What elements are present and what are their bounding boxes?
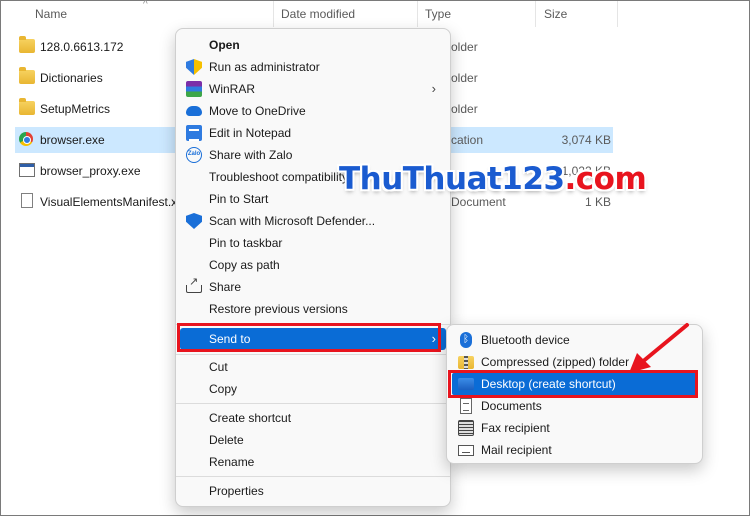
file-name: Dictionaries	[40, 71, 103, 85]
onedrive-cloud-icon	[186, 106, 202, 116]
menu-item-label: Pin to Start	[209, 192, 269, 206]
sendto-item-documents[interactable]: Documents	[452, 395, 697, 417]
menu-item-label: Delete	[209, 433, 244, 447]
file-type: Document	[451, 195, 506, 209]
menu-item-pin-taskbar[interactable]: Pin to taskbar	[180, 232, 446, 254]
menu-item-label: Share with Zalo	[209, 148, 293, 162]
watermark-suffix: .com	[564, 161, 647, 197]
menu-item-scan-defender[interactable]: Scan with Microsoft Defender...	[180, 210, 446, 232]
file-name: browser_proxy.exe	[40, 164, 141, 178]
winrar-icon	[186, 81, 202, 97]
sendto-item-mail[interactable]: Mail recipient	[452, 439, 697, 461]
menu-separator	[176, 354, 450, 355]
menu-item-label: Mail recipient	[481, 443, 552, 457]
column-name[interactable]: Name	[35, 7, 67, 21]
uac-shield-icon	[186, 59, 202, 75]
file-size: 3,074 KB	[561, 133, 611, 147]
column-size[interactable]: Size	[544, 7, 567, 21]
column-divider[interactable]	[617, 1, 618, 27]
share-icon	[186, 275, 202, 293]
menu-item-winrar[interactable]: WinRAR ›	[180, 78, 446, 100]
file-size: 1 KB	[584, 195, 611, 209]
menu-item-run-as-admin[interactable]: Run as administrator	[180, 56, 446, 78]
folder-icon	[19, 67, 35, 84]
folder-icon	[19, 98, 35, 115]
document-icon	[21, 193, 33, 208]
column-divider[interactable]	[535, 1, 536, 27]
menu-item-restore-versions[interactable]: Restore previous versions	[180, 298, 446, 320]
menu-item-label: Troubleshoot compatibility	[209, 170, 347, 184]
red-arrow-icon	[629, 323, 689, 373]
send-to-annotation-box	[177, 323, 441, 352]
zip-folder-icon	[458, 356, 474, 369]
menu-item-move-onedrive[interactable]: Move to OneDrive	[180, 100, 446, 122]
column-divider[interactable]	[273, 1, 274, 27]
menu-item-label: Create shortcut	[209, 411, 292, 425]
menu-item-label: Edit in Notepad	[209, 126, 292, 140]
menu-item-label: Move to OneDrive	[209, 104, 306, 118]
documents-icon	[460, 398, 472, 414]
menu-item-label: Documents	[481, 399, 542, 413]
menu-item-copy-path[interactable]: Copy as path	[180, 254, 446, 276]
file-type: cation	[451, 133, 484, 147]
notepad-icon	[186, 125, 202, 141]
column-header-row: ^ Name Date modified Type Size	[1, 0, 750, 29]
menu-item-share[interactable]: Share	[180, 275, 446, 298]
file-name: browser.exe	[40, 133, 105, 147]
sort-caret-icon: ^	[143, 0, 148, 10]
folder-icon	[19, 36, 35, 53]
sendto-item-fax[interactable]: Fax recipient	[452, 417, 697, 439]
file-type: older	[451, 40, 478, 54]
context-menu: Open Run as administrator WinRAR › Move …	[175, 28, 451, 507]
menu-item-open[interactable]: Open	[180, 34, 446, 56]
column-date-modified[interactable]: Date modified	[281, 7, 355, 21]
menu-item-create-shortcut[interactable]: Create shortcut	[180, 407, 446, 429]
defender-shield-icon	[186, 213, 202, 229]
menu-item-label: Properties	[209, 484, 264, 498]
file-name: VisualElementsManifest.x	[40, 195, 178, 209]
menu-item-properties[interactable]: Properties	[180, 480, 446, 502]
browser-exe-icon	[19, 132, 33, 146]
menu-item-label: Cut	[209, 360, 228, 374]
menu-item-delete[interactable]: Delete	[180, 429, 446, 451]
file-name: 128.0.6613.172	[40, 40, 124, 54]
file-type: older	[451, 71, 478, 85]
menu-item-label: Copy as path	[209, 258, 280, 272]
zalo-icon: Zalo	[186, 147, 202, 163]
menu-item-label: Rename	[209, 455, 255, 469]
menu-separator	[176, 476, 450, 477]
menu-item-label: WinRAR	[209, 82, 256, 96]
menu-item-label: Scan with Microsoft Defender...	[209, 214, 376, 228]
bluetooth-icon: ᛒ	[460, 332, 472, 348]
mail-icon	[458, 445, 474, 456]
menu-item-cut[interactable]: Cut	[180, 356, 446, 378]
menu-item-label: Share	[209, 280, 242, 294]
menu-item-label: Compressed (zipped) folder	[481, 355, 630, 369]
column-type[interactable]: Type	[425, 7, 451, 21]
menu-item-edit-notepad[interactable]: Edit in Notepad	[180, 122, 446, 144]
menu-item-label: Run as administrator	[209, 60, 320, 74]
menu-item-label: Open	[209, 38, 240, 52]
file-type: older	[451, 102, 478, 116]
watermark-brand: ThuThuat123	[339, 161, 565, 197]
menu-item-rename[interactable]: Rename	[180, 451, 446, 473]
menu-item-label: Fax recipient	[481, 421, 550, 435]
column-divider[interactable]	[417, 1, 418, 27]
file-name: SetupMetrics	[40, 102, 111, 116]
chevron-right-icon: ›	[431, 81, 436, 96]
app-icon	[19, 163, 35, 177]
menu-item-label: Bluetooth device	[481, 333, 570, 347]
menu-item-label: Restore previous versions	[209, 302, 348, 316]
fax-icon	[458, 420, 474, 436]
menu-item-copy[interactable]: Copy	[180, 378, 446, 400]
menu-item-label: Pin to taskbar	[209, 236, 283, 250]
menu-item-label: Copy	[209, 382, 238, 396]
menu-separator	[176, 403, 450, 404]
watermark-logo: ThuThuat123.com	[339, 161, 647, 197]
